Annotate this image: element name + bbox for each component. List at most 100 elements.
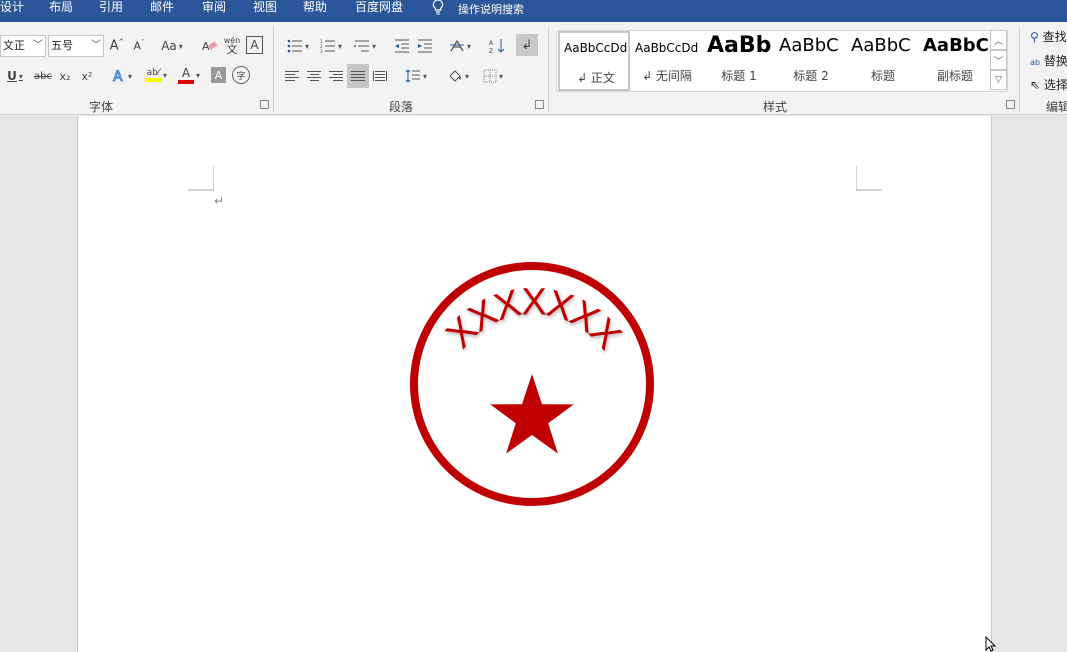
sort-button[interactable]: AZ: [487, 36, 507, 56]
increase-indent-button[interactable]: [415, 36, 435, 56]
multilevel-list-button[interactable]: [350, 36, 380, 56]
align-right-icon: [329, 71, 343, 81]
styles-scroll-up-button[interactable]: ︿: [990, 30, 1007, 50]
enclose-characters-label: 字: [236, 71, 246, 82]
margin-corner-top-left: [188, 166, 214, 191]
font-color-icon: A: [177, 66, 194, 84]
align-left-icon: [285, 71, 299, 81]
paint-bucket-icon: [449, 70, 461, 82]
distributed-icon: [373, 71, 387, 81]
tab-layout[interactable]: 布局: [49, 0, 73, 22]
bullets-button[interactable]: [283, 36, 313, 56]
subscript-button[interactable]: x₂: [56, 66, 74, 86]
style-name: 副标题: [936, 69, 973, 83]
tab-baidu-netdisk[interactable]: 百度网盘: [355, 0, 403, 22]
document-area: ↵ XXXXXXX: [0, 116, 1067, 652]
styles-dialog-launcher-icon[interactable]: [1006, 100, 1015, 109]
asian-layout-button[interactable]: [445, 36, 475, 56]
font-color-button[interactable]: A: [174, 64, 204, 86]
character-shading-button[interactable]: A: [211, 67, 226, 83]
pilcrow-icon: ↲: [521, 37, 533, 53]
style-name: 标题 1: [721, 69, 757, 83]
find-label: 查找: [1042, 30, 1067, 44]
style-name: 标题: [870, 69, 895, 83]
style-subtitle[interactable]: AaBbC 副标题: [919, 31, 991, 91]
paragraph-group-label: 段落: [389, 100, 414, 114]
style-heading-1[interactable]: AaBb 标题 1: [703, 31, 775, 91]
svg-text:3: 3: [320, 49, 323, 53]
distributed-button[interactable]: [371, 66, 389, 86]
replace-button[interactable]: ab 替换: [1030, 52, 1067, 69]
mouse-pointer-icon: [985, 636, 997, 652]
style-heading-2[interactable]: AaBbC 标题 2: [775, 31, 847, 91]
increase-indent-icon: [418, 39, 432, 53]
highlight-color-button[interactable]: ab⁄: [141, 64, 171, 86]
select-button[interactable]: ⇖ 选择: [1030, 76, 1067, 93]
style-normal[interactable]: AaBbCcDd ↲ 正文: [558, 31, 630, 91]
subscript-label: x₂: [59, 69, 71, 83]
asian-layout-icon: [449, 39, 464, 52]
tab-review[interactable]: 审阅: [202, 0, 226, 22]
text-effects-icon: A: [112, 69, 123, 85]
change-case-button[interactable]: Aa: [157, 36, 187, 56]
borders-button[interactable]: [478, 66, 508, 86]
decrease-indent-icon: [395, 39, 409, 53]
align-center-button[interactable]: [305, 66, 323, 86]
superscript-button[interactable]: x²: [78, 66, 96, 86]
styles-gallery: AaBbCcDd ↲ 正文 AaBbCcDd ↲ 无间隔 AaBb 标题 1 A…: [556, 30, 1008, 92]
grow-font-button[interactable]: A^: [108, 36, 126, 56]
phonetic-guide-button[interactable]: wén 文: [222, 34, 242, 56]
tab-help[interactable]: 帮助: [303, 0, 327, 22]
character-border-label: A: [250, 38, 259, 52]
find-button[interactable]: ⚲ 查找: [1030, 28, 1067, 45]
tab-design[interactable]: 设计: [0, 0, 24, 22]
align-right-button[interactable]: [327, 66, 345, 86]
decrease-indent-button[interactable]: [392, 36, 412, 56]
seal-stamp[interactable]: XXXXXXX: [408, 260, 658, 510]
character-border-button[interactable]: A: [246, 36, 263, 54]
font-name-combo[interactable]: 文正 ﹀: [0, 35, 46, 57]
justify-button[interactable]: [347, 64, 369, 88]
styles-more-button[interactable]: ▽: [990, 70, 1007, 90]
underline-button[interactable]: U: [2, 66, 28, 86]
tab-mailings[interactable]: 邮件: [150, 0, 174, 22]
shrink-font-button[interactable]: Aˇ: [130, 36, 148, 56]
show-hide-marks-button[interactable]: ↲: [516, 34, 538, 56]
paragraph-dialog-launcher-icon[interactable]: [535, 100, 544, 109]
borders-icon: [483, 69, 497, 83]
style-preview: AaBb: [707, 33, 772, 58]
bullets-icon: [287, 39, 302, 53]
styles-group-label: 样式: [763, 100, 788, 114]
line-spacing-button[interactable]: [401, 66, 431, 86]
tab-view[interactable]: 视图: [253, 0, 277, 22]
sort-icon: AZ: [489, 39, 505, 54]
clear-formatting-button[interactable]: A: [201, 36, 219, 56]
numbering-button[interactable]: 123: [316, 36, 346, 56]
chevron-down-icon: ﹀: [33, 40, 43, 51]
group-divider: [548, 26, 549, 112]
align-left-button[interactable]: [283, 66, 301, 86]
more-icon: ▽: [995, 75, 1002, 85]
line-spacing-icon: [405, 69, 420, 83]
enclose-characters-button[interactable]: 字: [232, 66, 250, 84]
font-size-combo[interactable]: 五号 ﹀: [48, 35, 104, 57]
strikethrough-button[interactable]: abc: [33, 66, 53, 86]
style-preview: AaBbC: [851, 35, 911, 56]
document-page[interactable]: ↵ XXXXXXX: [77, 116, 992, 652]
shading-button[interactable]: [443, 66, 473, 86]
styles-scroll-down-button[interactable]: ﹀: [990, 50, 1007, 70]
text-effects-button[interactable]: A: [108, 66, 136, 86]
star-icon: [490, 374, 574, 454]
underline-icon: U: [7, 69, 17, 83]
align-center-icon: [307, 71, 321, 81]
tab-references[interactable]: 引用: [99, 0, 123, 22]
style-title[interactable]: AaBbC 标题: [847, 31, 919, 91]
style-no-spacing[interactable]: AaBbCcDd ↲ 无间隔: [631, 31, 703, 91]
magnifier-icon: ⚲: [1030, 30, 1039, 44]
grow-font-icon: A^: [109, 38, 125, 54]
seal-text: XXXXXXX: [438, 282, 628, 358]
replace-icon: ab: [1030, 58, 1040, 67]
font-size-value: 五号: [51, 39, 73, 52]
shrink-font-icon: Aˇ: [133, 39, 145, 53]
font-dialog-launcher-icon[interactable]: [260, 100, 269, 109]
